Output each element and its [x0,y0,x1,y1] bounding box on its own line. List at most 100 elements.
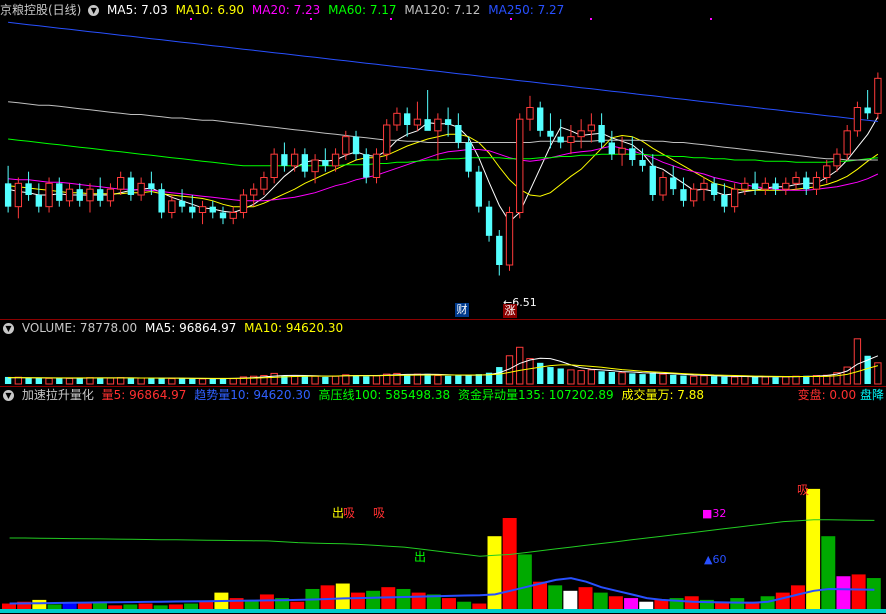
indicator-bar [229,598,244,609]
candle-body [690,188,698,202]
candle-body [35,195,42,207]
candle-body [290,153,299,167]
volume-bar [322,376,329,384]
indicator-bar [502,518,517,609]
indicator-bar [47,604,62,609]
indicator-bar [775,592,790,609]
volume-bar [198,378,207,385]
candle-body [352,136,360,155]
candle-body [424,119,431,131]
indicator-bar [259,594,274,609]
candle-body [322,160,329,166]
volume-bar [516,346,524,385]
volume-bar [853,338,862,385]
candle-body [649,165,656,195]
candle-body [465,142,472,172]
candle-body [270,153,278,179]
candle-body [76,189,83,201]
volume-label: VOLUME: 78778.00 [21,321,138,335]
chevron-down-icon[interactable]: ▼ [3,323,14,334]
candle-body [65,188,74,202]
volume-bar [404,374,411,384]
indicator-bar [593,592,608,609]
candle-body [730,188,739,208]
volume-bar [587,369,596,385]
indicator-bar [457,601,472,609]
chevron-down-icon[interactable]: ▼ [3,390,14,401]
indicator-bar [639,601,654,609]
indicator-bar [548,585,563,609]
ma60-label: MA60: 7.17 [328,3,397,17]
volume-bar [772,377,779,384]
indicator-bar [350,592,365,609]
ma10-label: MA10: 6.90 [175,3,245,17]
ma-line-ma60 [8,138,878,167]
volume-bar [730,376,739,385]
candle-body [301,154,309,172]
marker-60: ▲60 [704,553,727,566]
volume-bar [444,375,452,384]
candle-body [833,153,841,167]
candle-body [782,182,790,190]
panjiang-label: 盘降 [859,388,884,402]
top-marker [190,18,192,20]
candle-body [659,177,667,196]
liang5-label: 量5: 96864.97 [101,388,187,402]
indicator-bar [790,585,805,609]
volume-bar [659,373,667,385]
candle-body [106,188,115,202]
marker-32-value: 32 [712,507,727,520]
candle-body [363,154,370,178]
volume-bar [567,369,575,385]
volume-bar [792,375,800,385]
volume-bar [598,371,605,384]
candle-body [803,177,810,190]
candle-body [137,182,145,196]
volume-bar [168,378,176,385]
volume-bar [649,372,656,384]
indicator-chart[interactable] [0,387,886,614]
candle-body [413,118,422,126]
candle-body [127,177,135,195]
volume-bar [137,377,145,385]
indicator-panel: ▼ 加速拉升量化 量5: 96864.97 趋势量10: 94620.30 高压… [0,387,886,614]
stock-name[interactable]: 京粮控股(日线) [0,3,81,17]
cai-badge[interactable]: 财 [455,303,469,317]
chevron-down-icon[interactable]: ▼ [88,5,100,16]
candle-body [772,183,779,190]
top-marker [310,18,312,20]
candle-body [639,160,646,166]
candle-body [721,195,728,207]
indicator-name[interactable]: 加速拉升量化 [22,388,94,402]
indicator-bar [624,598,639,609]
marker-32: ■32 [702,507,727,520]
candle-body [14,182,23,208]
candle-body [741,182,749,190]
volume-bar [455,375,462,384]
candle-body [751,183,759,190]
volume-bar [65,377,74,385]
volume-bar [35,378,42,384]
zijin-label: 资金异动量135: 107202.89 [457,388,614,402]
indicator-bar [608,596,623,609]
candle-body [45,182,53,208]
candle-body [505,212,514,266]
volume-bar [363,376,370,384]
volume-bar [56,377,63,384]
volume-bar [14,376,23,385]
candle-body [444,119,452,125]
indicator-bar [487,536,502,609]
volume-bar [106,377,115,385]
price-chart[interactable] [0,0,886,318]
volume-bar [782,376,790,385]
marker-60-value: 60 [712,553,727,566]
signal-xi-1: 吸 [343,506,356,520]
candle-body [567,136,575,144]
ma5-label: MA5: 7.03 [107,3,168,17]
candle-body [823,165,831,178]
candle-body [4,183,12,207]
zhang-badge[interactable]: 涨 [503,304,517,318]
volume-bar [301,375,309,384]
indicator-bar [320,585,335,609]
volume-bar [670,374,677,384]
